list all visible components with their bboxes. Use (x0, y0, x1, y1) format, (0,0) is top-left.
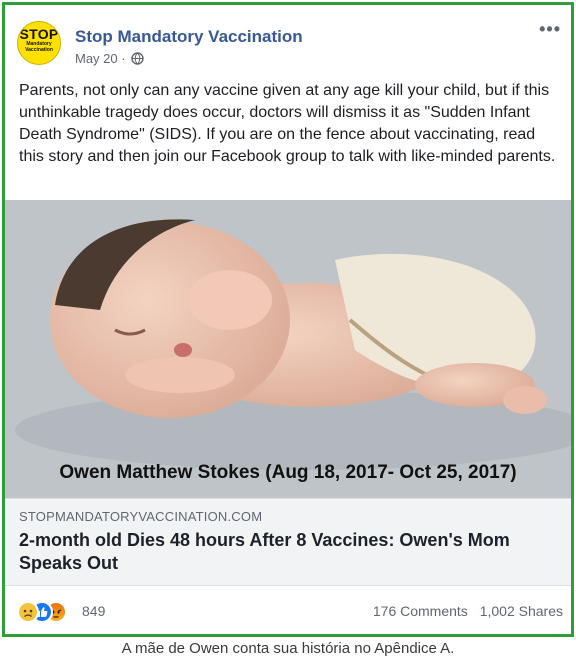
page-avatar[interactable]: STOP Mandatory Vaccination (17, 21, 61, 65)
baby-photo-illustration (5, 200, 571, 498)
facebook-post-card: STOP Mandatory Vaccination Stop Mandator… (2, 2, 574, 637)
shares-count[interactable]: 1,002 Shares (480, 603, 563, 619)
reaction-count[interactable]: 849 (82, 603, 105, 619)
link-domain: STOPMANDATORYVACCINATION.COM (19, 509, 263, 524)
figure-caption: A mãe de Owen conta sua história no Apên… (121, 640, 455, 657)
post-meta: May 20 · (75, 51, 144, 68)
globe-icon (131, 52, 144, 68)
engagement-stats: 176 Comments 1,002 Shares (373, 603, 563, 619)
meta-separator: · (121, 51, 126, 66)
photo-caption: Owen Matthew Stokes (Aug 18, 2017- Oct 2… (59, 462, 517, 483)
more-options-button[interactable]: ••• (539, 19, 561, 40)
sad-reaction-icon (17, 601, 39, 623)
avatar-logo-text: STOP (19, 26, 59, 42)
avatar-logo-subtext: Mandatory Vaccination (25, 41, 53, 53)
link-preview[interactable]: STOPMANDATORYVACCINATION.COM 2-month old… (5, 498, 571, 586)
post-footer: 849 176 Comments 1,002 Shares (5, 586, 571, 634)
post-text: Parents, not only can any vaccine given … (19, 82, 556, 165)
post-header: STOP Mandatory Vaccination Stop Mandator… (5, 5, 571, 75)
link-title[interactable]: 2-month old Dies 48 hours After 8 Vaccin… (19, 529, 559, 575)
comments-count[interactable]: 176 Comments (373, 603, 468, 619)
page-name-link[interactable]: Stop Mandatory Vaccination (75, 27, 303, 47)
post-photo[interactable]: Owen Matthew Stokes (Aug 18, 2017- Oct 2… (5, 200, 571, 498)
post-date[interactable]: May 20 (75, 51, 118, 66)
